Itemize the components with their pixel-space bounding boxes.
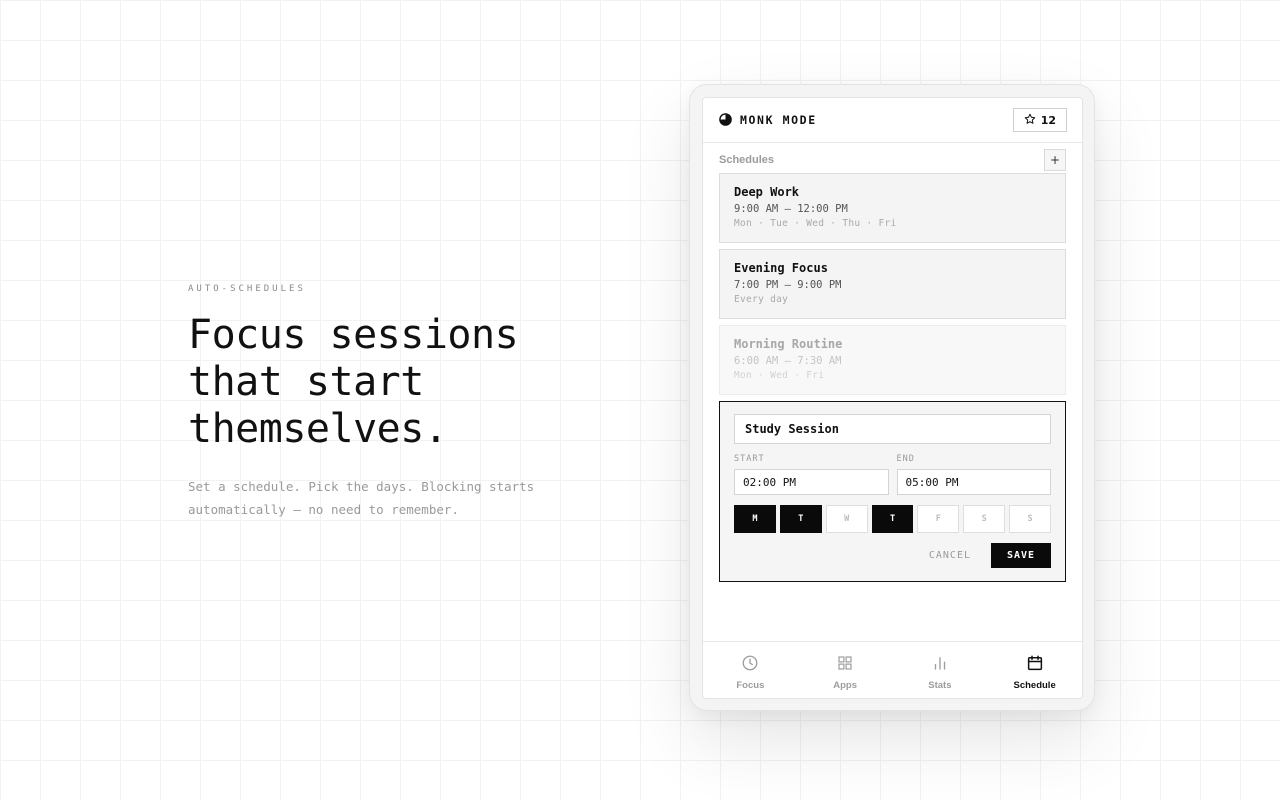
brand: MONK MODE — [719, 111, 817, 130]
editor-actions: CANCEL SAVE — [734, 543, 1051, 568]
bottom-tab-bar: Focus Apps Stats Schedule — [703, 641, 1082, 698]
end-label: END — [896, 454, 915, 464]
hero-section: AUTO-SCHEDULES Focus sessions that start… — [188, 284, 608, 521]
end-time-input[interactable] — [896, 469, 1051, 495]
schedule-name: Evening Focus — [734, 261, 828, 275]
subtitle-line: automatically — no need to remember. — [188, 502, 459, 517]
star-count-button[interactable]: 12 — [1012, 108, 1067, 132]
schedule-name: Morning Routine — [734, 337, 843, 351]
day-toggle-tue[interactable]: T — [779, 505, 822, 533]
day-toggle-thu[interactable]: T — [871, 505, 914, 533]
subtitle-line: Set a schedule. Pick the days. Blocking … — [188, 479, 535, 494]
start-field-group: START — [734, 454, 889, 495]
schedule-card[interactable]: Deep Work 9:00 AM – 12:00 PM Mon · Tue ·… — [719, 173, 1066, 243]
headline-line: themselves. — [188, 406, 448, 452]
star-count: 12 — [1040, 113, 1056, 127]
tab-focus[interactable]: Focus — [703, 642, 798, 698]
moon-logo-icon — [719, 111, 732, 130]
tab-label: Schedule — [1013, 680, 1056, 691]
app-screen: MONK MODE 12 Schedules + Deep Work 9:00 … — [702, 97, 1083, 699]
day-picker: M T W T F S S — [734, 505, 1052, 533]
tab-stats[interactable]: Stats — [893, 642, 988, 698]
schedule-name-input[interactable] — [734, 414, 1051, 444]
tab-label: Focus — [736, 680, 765, 691]
headline-line: Focus sessions — [188, 312, 519, 358]
app-header: MONK MODE 12 — [703, 98, 1082, 143]
schedule-time: 9:00 AM – 12:00 PM — [734, 203, 848, 215]
headline-line: that start — [188, 359, 424, 405]
subtitle: Set a schedule. Pick the days. Blocking … — [188, 475, 608, 521]
schedule-name: Deep Work — [734, 185, 800, 199]
calendar-icon — [1026, 654, 1044, 676]
bar-chart-icon — [931, 654, 949, 676]
schedule-editor: START END M T W T F S S CANCEL SAVE — [719, 401, 1066, 582]
time-range: START END — [734, 454, 1051, 495]
tab-apps[interactable]: Apps — [798, 642, 893, 698]
day-toggle-sat[interactable]: S — [963, 505, 1006, 533]
schedule-card[interactable]: Evening Focus 7:00 PM – 9:00 PM Every da… — [719, 249, 1066, 319]
section-title: Schedules — [719, 154, 775, 166]
schedule-days: Every day — [734, 294, 789, 305]
tab-label: Stats — [928, 680, 952, 691]
schedule-time: 7:00 PM – 9:00 PM — [734, 279, 842, 291]
day-toggle-fri[interactable]: F — [917, 505, 960, 533]
cancel-button[interactable]: CANCEL — [929, 550, 971, 561]
grid-icon — [836, 654, 854, 676]
start-time-input[interactable] — [734, 469, 889, 495]
brand-name: MONK MODE — [740, 113, 817, 127]
day-toggle-mon[interactable]: M — [734, 505, 776, 533]
star-icon — [1024, 113, 1036, 128]
schedule-days: Mon · Tue · Wed · Thu · Fri — [734, 218, 897, 229]
day-toggle-wed[interactable]: W — [825, 505, 868, 533]
tab-schedule[interactable]: Schedule — [987, 642, 1082, 698]
day-toggle-sun[interactable]: S — [1009, 505, 1052, 533]
eyebrow-label: AUTO-SCHEDULES — [188, 284, 306, 294]
device-frame: MONK MODE 12 Schedules + Deep Work 9:00 … — [689, 84, 1095, 711]
end-field-group: END — [896, 454, 1051, 495]
schedule-list: Deep Work 9:00 AM – 12:00 PM Mon · Tue ·… — [703, 173, 1082, 395]
clock-icon — [741, 654, 759, 676]
save-button[interactable]: SAVE — [991, 543, 1051, 568]
add-schedule-button[interactable]: + — [1044, 149, 1066, 171]
schedule-card-disabled[interactable]: Morning Routine 6:00 AM – 7:30 AM Mon · … — [719, 325, 1066, 395]
start-label: START — [734, 454, 765, 464]
schedule-days: Mon · Wed · Fri — [734, 370, 825, 381]
schedule-time: 6:00 AM – 7:30 AM — [734, 355, 842, 367]
schedules-header: Schedules + — [703, 149, 1082, 171]
headline: Focus sessions that start themselves. — [188, 312, 608, 453]
tab-label: Apps — [833, 680, 857, 691]
